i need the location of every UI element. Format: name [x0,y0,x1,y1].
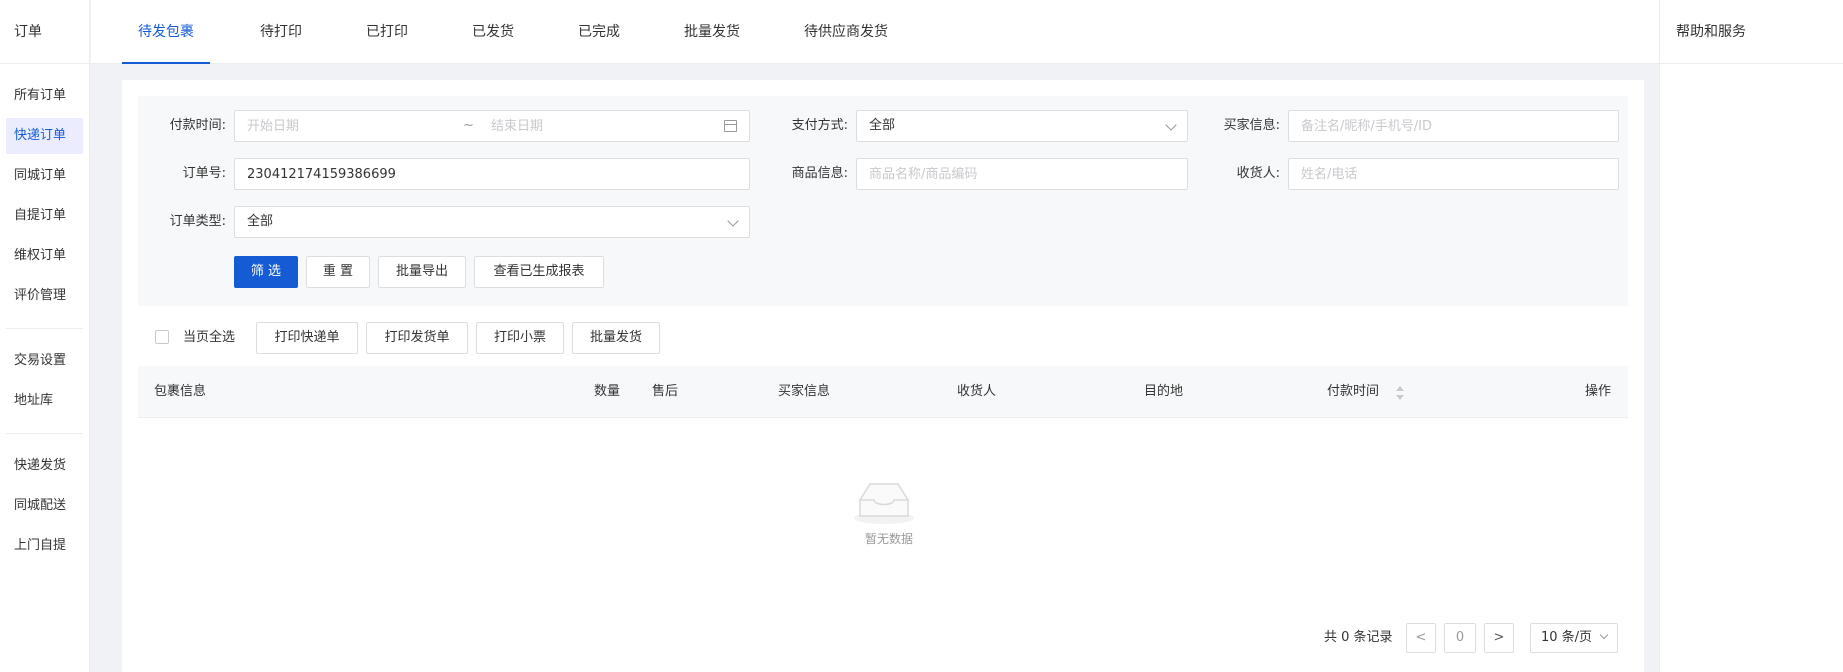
order-tabs: 待发包裹 待打印 已打印 已发货 已完成 批量发货 待供应商发货 [91,0,1659,64]
prev-page-button[interactable]: < [1406,623,1436,653]
empty-text: 暂无数据 [864,532,913,546]
order-no-field[interactable] [234,158,750,190]
sort-icon[interactable] [1396,386,1404,400]
tab-supplier-ship[interactable]: 待供应商发货 [804,0,888,64]
sidebar-item-express-orders[interactable]: 快递订单 [6,118,83,154]
select-all-label: 当页全选 [183,330,236,345]
select-all-checkbox[interactable] [155,330,169,344]
print-delivery-button[interactable]: 打印发货单 [366,322,468,354]
col-quantity: 数量 [594,384,621,399]
page-size-value: 10 条/页 [1541,630,1593,645]
sidebar-item-address-book[interactable]: 地址库 [6,383,83,419]
chevron-down-icon [1165,119,1177,131]
col-receiver: 收货人 [957,384,997,399]
sidebar-item-rights-orders[interactable]: 维权订单 [6,238,83,274]
tab-shipped[interactable]: 已发货 [472,0,514,64]
help-panel: 帮助和服务 [1659,0,1843,672]
product-input[interactable] [869,159,1187,189]
date-separator: ~ [463,118,474,133]
tab-batch-ship[interactable]: 批量发货 [684,0,740,64]
sidebar: 订单 所有订单 快递订单 同城订单 自提订单 维权订单 评价管理 交易设置 地址… [0,0,90,672]
col-destination: 目的地 [1144,384,1184,399]
export-button[interactable]: 批量导出 [378,256,466,288]
buyer-label: 买家信息: [1223,118,1280,133]
chevron-down-icon [1599,630,1609,640]
order-type-select[interactable]: 全部 [234,206,750,238]
col-actions: 操作 [1585,384,1612,399]
chevron-down-icon [727,215,739,227]
receiver-label: 收货人: [1236,166,1280,181]
table-header: 包裹信息 数量 售后 买家信息 收货人 目的地 付款时间 操作 [138,366,1628,418]
empty-inbox-icon [854,483,914,524]
sidebar-item-all-orders[interactable]: 所有订单 [6,78,83,114]
sidebar-item-reviews[interactable]: 评价管理 [6,278,83,314]
sidebar-item-trade-settings[interactable]: 交易设置 [6,343,83,379]
sidebar-item-city-orders[interactable]: 同城订单 [6,158,83,194]
product-label: 商品信息: [791,166,848,181]
sidebar-item-pickup-orders[interactable]: 自提订单 [6,198,83,234]
pagination-total: 共 0 条记录 [1324,630,1393,645]
buyer-field[interactable] [1288,110,1619,142]
filter-panel: 付款时间: ~ 支付方式: 全部 买家信息: 订单号: 商品信息: 收货人: [138,96,1628,306]
tab-pending-packages[interactable]: 待发包裹 [122,0,210,64]
pay-method-select[interactable]: 全部 [856,110,1188,142]
order-no-input[interactable] [247,159,749,189]
page-size-select[interactable]: 10 条/页 [1530,623,1618,653]
product-field[interactable] [856,158,1188,190]
tab-printed[interactable]: 已打印 [366,0,408,64]
start-date-input[interactable] [247,111,447,141]
col-package-info: 包裹信息 [154,384,207,399]
col-after-sale: 售后 [652,384,679,399]
receiver-input[interactable] [1301,159,1618,189]
receiver-field[interactable] [1288,158,1619,190]
col-buyer-info: 买家信息 [778,384,831,399]
filter-button[interactable]: 筛 选 [234,256,298,288]
order-type-value: 全部 [247,214,274,229]
sidebar-item-express-ship[interactable]: 快递发货 [6,448,83,484]
order-type-label: 订单类型: [169,214,226,229]
next-page-button[interactable]: > [1484,623,1514,653]
buyer-input[interactable] [1301,111,1618,141]
help-title[interactable]: 帮助和服务 [1660,0,1843,64]
tab-completed[interactable]: 已完成 [578,0,620,64]
current-page[interactable]: 0 [1444,623,1476,653]
pay-time-range[interactable]: ~ [234,110,750,142]
print-express-button[interactable]: 打印快递单 [256,322,358,354]
reset-button[interactable]: 重 置 [306,256,370,288]
pay-method-label: 支付方式: [791,118,848,133]
calendar-icon [724,120,737,132]
nav-group-orders: 所有订单 快递订单 同城订单 自提订单 维权订单 评价管理 [6,64,83,329]
end-date-input[interactable] [491,111,691,141]
nav-group-delivery: 快递发货 同城配送 上门自提 [6,434,83,578]
col-pay-time[interactable]: 付款时间 [1327,366,1379,418]
main-content: 付款时间: ~ 支付方式: 全部 买家信息: 订单号: 商品信息: 收货人: [122,80,1644,672]
tab-to-print[interactable]: 待打印 [260,0,302,64]
sidebar-item-self-pickup[interactable]: 上门自提 [6,528,83,564]
pay-time-label: 付款时间: [169,118,226,133]
nav-group-settings: 交易设置 地址库 [6,329,83,434]
pay-method-value: 全部 [869,118,896,133]
order-no-label: 订单号: [182,166,226,181]
sidebar-item-city-delivery[interactable]: 同城配送 [6,488,83,524]
sidebar-title: 订单 [0,0,89,64]
batch-ship-button[interactable]: 批量发货 [572,322,660,354]
view-reports-button[interactable]: 查看已生成报表 [474,256,604,288]
print-receipt-button[interactable]: 打印小票 [476,322,564,354]
